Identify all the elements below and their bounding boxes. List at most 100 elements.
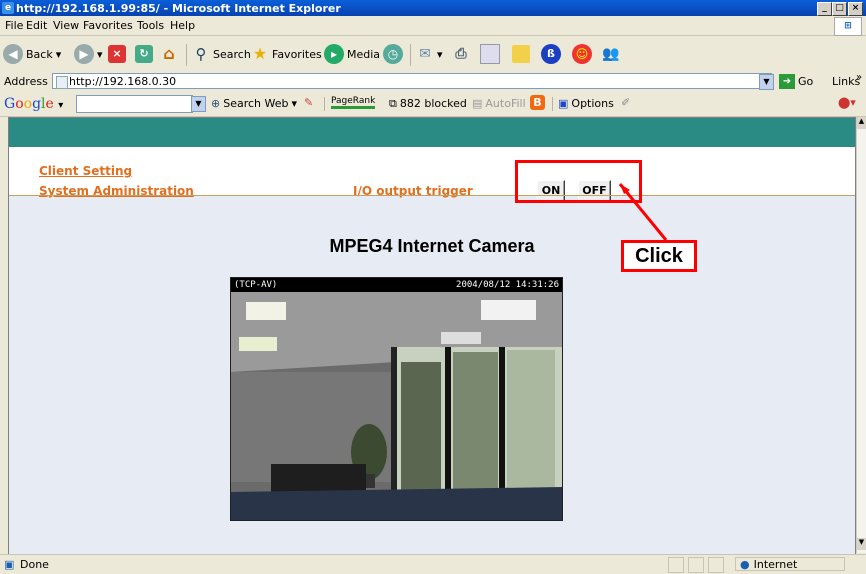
msn-button[interactable]: 👥 [602,42,620,66]
go-label: Go [798,75,814,88]
options-label: Options [571,97,614,110]
address-input[interactable]: http://192.168.0.30 [52,73,772,89]
go-button[interactable]: ➜ Go [779,74,813,89]
address-bar: Address http://192.168.0.30 ▼ ➜ Go Links… [0,72,866,93]
note-icon [512,45,530,63]
window-title-bar: e http://192.168.1.99:85/ - Microsoft In… [0,0,866,16]
google-search-input[interactable] [76,95,193,113]
menu-tools[interactable]: Tools [137,19,164,32]
zone-label: Internet [753,557,798,571]
scroll-down-icon[interactable]: ▼ [857,538,866,550]
edit-button[interactable] [480,42,500,66]
popup-blocker-icon: ⧉ [389,97,397,110]
search-web-button[interactable]: ⊕ Search Web ▾ [211,97,297,110]
refresh-button[interactable]: ↻ [135,42,153,66]
buddies-icon: 👥 [602,46,620,62]
camera-title: MPEG4 Internet Camera [329,236,535,256]
menu-view[interactable]: View [53,19,79,32]
blogger-icon[interactable]: B [530,95,545,110]
annotation-click-label: Click [621,240,697,272]
standard-toolbar: ◀ Back ▾ ▶ ▾ × ↻ ⌂ ⚲ Search ★ Favorites … [0,36,866,73]
mail-button[interactable]: ✉ ▾ [416,42,442,66]
pagerank-meter[interactable]: PageRank [331,96,376,109]
ie-icon: e [2,2,14,14]
messenger-button[interactable]: ☺ [572,42,592,66]
edit-page-icon [480,44,500,64]
stop-button[interactable]: × [108,42,126,66]
news-icon[interactable]: ✎ [304,96,313,109]
video-mode: (TCP-AV) [234,280,278,290]
favorites-star-icon: ★ [252,44,268,63]
bluetooth-icon: ß [541,44,561,64]
camera-video-feed[interactable]: (TCP-AV) 2004/08/12 14:31:26 [230,277,563,521]
menu-bar: File Edit View Favorites Tools Help [0,16,866,36]
toolbar-separator [410,44,411,66]
favorites-label: Favorites [272,47,322,61]
status-pane [668,557,684,573]
print-button[interactable]: ⎙ [452,42,470,66]
go-arrow-icon: ➜ [779,74,795,89]
video-header: (TCP-AV) 2004/08/12 14:31:26 [231,278,562,292]
autofill-button[interactable]: ▤ AutoFill [472,97,526,110]
refresh-icon: ↻ [135,45,153,63]
blocked-count: 882 blocked [399,97,467,110]
google-logo[interactable]: Google ▾ [4,96,63,112]
translate-icon[interactable]: ⬤▾ [838,96,856,109]
back-dropdown-icon: ▾ [55,47,62,61]
maximize-button[interactable]: □ [832,2,847,16]
google-separator [552,97,553,111]
home-button[interactable]: ⌂ [160,42,178,66]
highlight-pen-icon[interactable]: ✐ [621,96,630,109]
menu-edit[interactable]: Edit [26,19,47,32]
search-label: Search [213,47,251,61]
favorites-button[interactable]: ★ Favorites [251,42,322,66]
page-content: Client Setting System Administration I/O… [8,117,856,555]
history-button[interactable]: ◷ [383,42,403,66]
google-separator [324,97,325,111]
options-button[interactable]: ▣ Options [558,97,614,110]
status-pane [688,557,704,573]
media-icon: ▸ [324,44,344,64]
address-dropdown-icon[interactable]: ▼ [759,74,774,90]
media-label: Media [347,47,381,61]
close-button[interactable]: × [848,2,863,16]
nav-area: Client Setting System Administration I/O… [9,147,855,202]
forward-button[interactable]: ▶ ▾ [74,42,103,66]
back-button[interactable]: ◀ Back ▾ [3,42,61,66]
status-text: Done [20,558,49,571]
history-icon: ◷ [383,44,403,64]
windows-logo-icon: ⊞ [834,17,862,36]
bluetooth-button[interactable]: ß [541,42,561,66]
search-web-dropdown-icon: ▾ [291,97,298,110]
smiley-icon: ☺ [572,44,592,64]
address-url: http://192.168.0.30 [69,75,177,88]
home-icon: ⌂ [163,44,175,63]
forward-arrow-icon: ▶ [74,44,94,64]
google-search-dropdown-icon[interactable]: ▼ [191,96,206,112]
status-bar: ▣ Done ● Internet [0,554,866,574]
back-arrow-icon: ◀ [3,44,23,64]
search-icon: ⚲ [195,45,207,63]
mail-icon: ✉ [419,46,431,62]
vertical-scrollbar[interactable]: ▲ ▼ [856,117,866,553]
discuss-button[interactable] [512,42,530,66]
stop-icon: × [108,45,126,63]
chevron-right-icon[interactable]: » [856,72,862,83]
menu-help[interactable]: Help [170,19,195,32]
minimize-button[interactable]: _ [817,2,832,16]
print-icon: ⎙ [455,46,467,62]
menu-favorites[interactable]: Favorites [83,19,133,32]
status-pane [708,557,724,573]
media-button[interactable]: ▸ Media [324,42,380,66]
divider [9,195,855,196]
video-frame-image [231,292,562,520]
scroll-up-icon[interactable]: ▲ [857,117,866,129]
search-button[interactable]: ⚲ Search [192,42,251,66]
binoculars-icon: ⊕ [211,97,221,110]
client-setting-link[interactable]: Client Setting [39,164,132,178]
popup-blocker-button[interactable]: ⧉ 882 blocked [389,97,467,111]
address-label: Address [4,75,48,88]
autofill-icon: ▤ [472,97,483,110]
menu-file[interactable]: File [5,19,23,32]
toolbar-separator [186,44,187,66]
